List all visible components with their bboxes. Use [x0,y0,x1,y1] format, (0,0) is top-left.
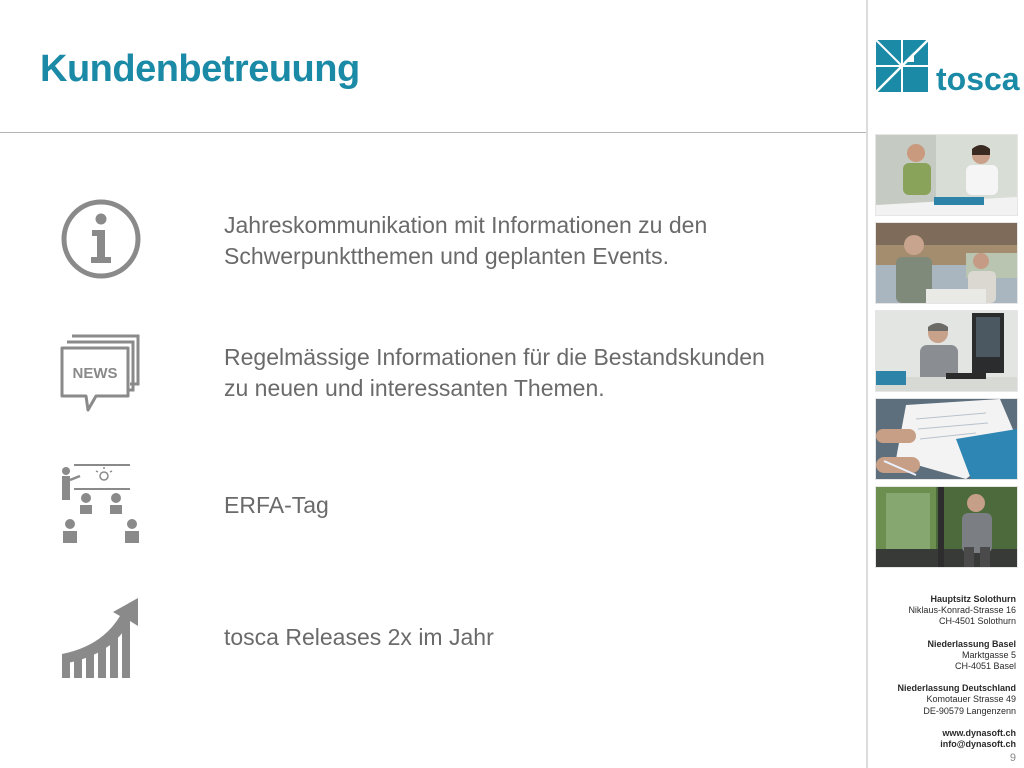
news-icon-label: NEWS [73,365,118,382]
documents-photo [875,398,1018,480]
item-line: zu neuen und interessanten Themen. [224,375,605,401]
slide-main: Kundenbetreuung Jahreskommunikation mit … [0,0,866,768]
office-line: Marktgasse 5 [961,649,1016,660]
developer-photo [875,310,1018,392]
office-line: DE-90579 Langenzenn [923,705,1016,716]
office-heading: Hauptsitz Solothurn [930,594,1017,604]
item-releases-text: tosca Releases 2x im Jahr [224,622,844,653]
email-link[interactable]: info@dynasoft.ch [868,739,1016,750]
office-solothurn: Hauptsitz Solothurn Niklaus-Konrad-Stras… [868,594,1016,628]
item-line: Schwerpunktthemen und geplanten Events. [224,243,669,269]
office-heading: Niederlassung Deutschland [897,683,1016,694]
item-news-text: Regelmässige Informationen für die Besta… [224,342,844,404]
news-icon: NEWS [60,334,140,412]
office-line: CH-4051 Basel [954,661,1016,672]
item-line: ERFA-Tag [224,492,329,518]
colleagues-photo [875,222,1018,304]
item-line: Jahreskommunikation mit Informationen zu… [224,212,708,238]
office-line: CH-4501 Solothurn [938,616,1016,627]
contact-block: Hauptsitz Solothurn Niklaus-Konrad-Stras… [868,594,1016,761]
meeting-photo [875,134,1018,216]
web-contact: www.dynasoft.ch info@dynasoft.ch [868,728,1016,750]
website-link[interactable]: www.dynasoft.ch [868,728,1016,739]
office-line: Komotauer Strasse 49 [926,694,1016,705]
growth-chart-icon [62,598,138,678]
item-line: Regelmässige Informationen für die Besta… [224,344,765,370]
office-heading: Niederlassung Basel [927,638,1016,649]
logo-text: tosca [936,61,1020,96]
tosca-logo: tosca [875,39,1020,96]
page-number: 9 [1009,752,1016,764]
workshop-icon [62,464,139,543]
office-line: Niklaus-Konrad-Strasse 16 [908,605,1016,616]
title-divider [0,132,866,133]
consultant-photo [875,486,1018,568]
item-line: tosca Releases 2x im Jahr [224,624,494,650]
office-basel: Niederlassung Basel Marktgasse 5 CH-4051… [868,639,1016,673]
office-deutschland: Niederlassung Deutschland Komotauer Stra… [868,683,1016,717]
info-icon [61,199,141,279]
slide-title: Kundenbetreuung [40,48,360,90]
item-erfa-text: ERFA-Tag [224,490,844,521]
item-info-text: Jahreskommunikation mit Informationen zu… [224,210,844,272]
sidebar: tosca Hauptsitz Solothurn Niklaus-Konrad… [868,0,1024,768]
